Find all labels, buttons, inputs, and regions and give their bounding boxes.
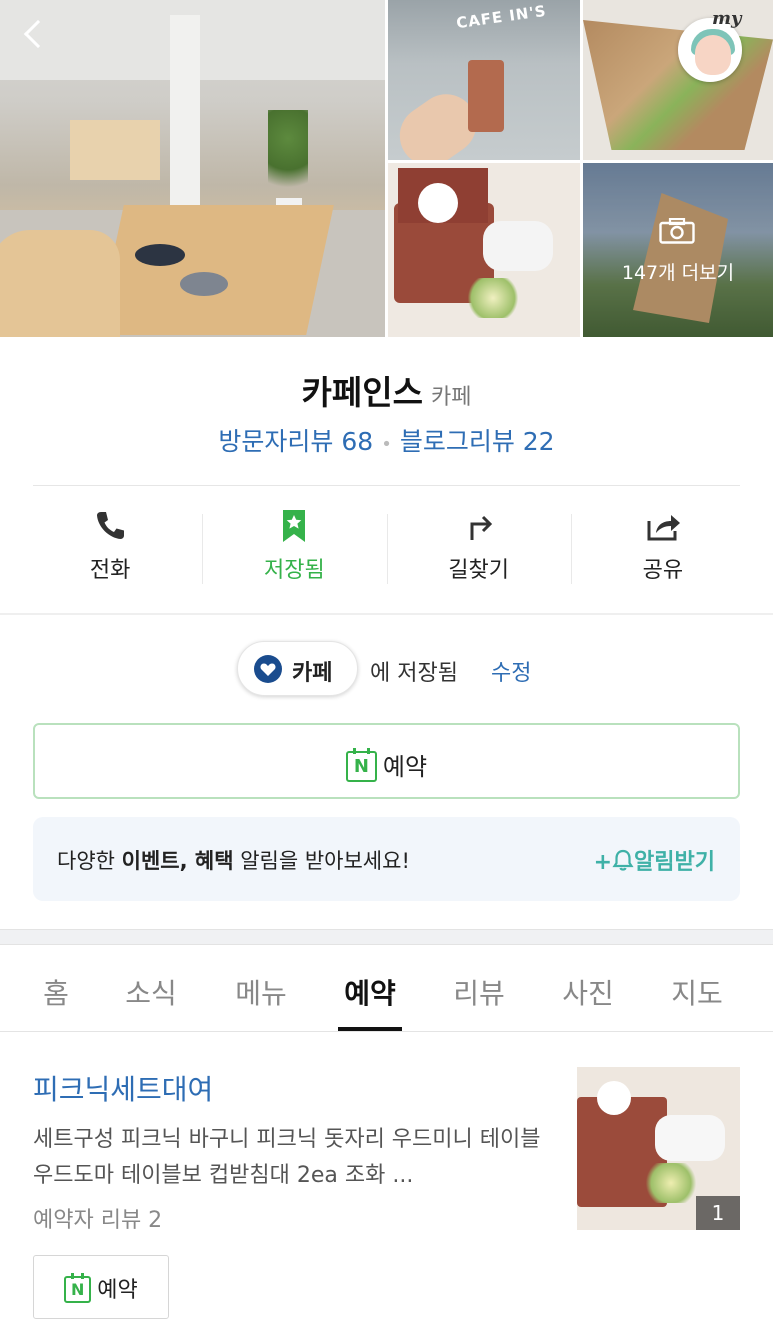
place-name: 카페인스 [301, 373, 423, 412]
plus-sign: + [593, 850, 613, 875]
photo-storefront[interactable]: CAFE IN'S [388, 0, 580, 160]
booking-item-description: 세트구성 피크닉 바구니 피크닉 돗자리 우드미니 테이블 우드도마 테이블보 … [33, 1127, 541, 1188]
tab-photos[interactable]: 사진 [562, 972, 614, 1012]
call-button[interactable]: 전화 [18, 504, 202, 594]
saved-folder-name: 카페 [292, 661, 333, 686]
booking-item-title[interactable]: 피크닉세트대여 [33, 1068, 213, 1108]
tab-news[interactable]: 소식 [125, 972, 177, 1012]
share-icon [647, 515, 680, 541]
directions-icon [470, 515, 492, 540]
tab-map[interactable]: 지도 [671, 972, 723, 1012]
subscribe-alert-button[interactable]: + 알림받기 [594, 844, 715, 876]
storefront-sign: CAFE IN'S [455, 1, 548, 33]
phone-icon [97, 512, 125, 539]
section-gap [0, 929, 773, 945]
photo-gallery: CAFE IN'S 147개 더보기 my [0, 0, 773, 337]
heart-icon [254, 655, 282, 683]
call-label: 전화 [89, 558, 131, 583]
item-reserve-label: 예약 [97, 1278, 138, 1303]
naver-booking-icon: N [64, 1272, 92, 1303]
photo-more[interactable]: 147개 더보기 [583, 163, 773, 337]
tab-menu[interactable]: 메뉴 [235, 972, 287, 1012]
share-button[interactable]: 공유 [570, 504, 755, 594]
save-button[interactable]: 저장됨 [202, 504, 386, 594]
saved-folder-row: 카페 에 저장됨 수정 [0, 641, 773, 697]
camera-icon [659, 218, 695, 244]
notification-banner: 다양한 이벤트, 혜택 알림을 받아보세요! + 알림받기 [33, 817, 740, 901]
tab-reviews[interactable]: 리뷰 [453, 972, 505, 1012]
naver-booking-icon: N [345, 747, 377, 782]
notification-message: 다양한 이벤트, 혜택 알림을 받아보세요! [57, 849, 410, 873]
directions-label: 길찾기 [448, 558, 509, 583]
saved-folder-chip[interactable]: 카페 [237, 641, 358, 696]
action-bar: 전화 저장됨 길찾기 공유 [18, 504, 755, 594]
photo-picnic-basket[interactable] [388, 163, 580, 337]
review-counts: 방문자리뷰 68 • 블로그리뷰 22 [0, 422, 773, 458]
reserve-button[interactable]: N 예약 [33, 723, 740, 799]
separator-dot: • [381, 434, 392, 455]
place-category: 카페 [430, 385, 472, 410]
bookmark-star-icon [283, 510, 306, 542]
booking-item-reviews: 예약자 리뷰 2 [33, 1208, 163, 1233]
active-tab-indicator [338, 1027, 402, 1031]
bell-icon [612, 849, 634, 871]
more-photos-label: 147개 더보기 [621, 262, 735, 284]
tab-bar: 홈 소식 메뉴 예약 리뷰 사진 지도 [0, 946, 773, 1032]
reserve-label: 예약 [382, 753, 428, 781]
blog-reviews-link[interactable]: 블로그리뷰 22 [400, 427, 555, 456]
share-label: 공유 [642, 558, 684, 583]
photo-interior[interactable] [0, 0, 385, 337]
visitor-reviews-link[interactable]: 방문자리뷰 68 [218, 427, 373, 456]
tab-home[interactable]: 홈 [43, 972, 69, 1012]
saved-suffix-text: 에 저장됨 [370, 661, 458, 686]
my-profile-badge[interactable]: my [678, 8, 744, 82]
tab-reservation[interactable]: 예약 [344, 972, 396, 1012]
item-reserve-button[interactable]: N 예약 [33, 1255, 169, 1319]
divider [33, 485, 740, 486]
save-label: 저장됨 [264, 558, 325, 583]
edit-link[interactable]: 수정 [491, 655, 531, 687]
place-title-row: 카페인스 카페 [0, 366, 773, 414]
booking-item[interactable]: 피크닉세트대여 세트구성 피크닉 바구니 피크닉 돗자리 우드미니 테이블 우드… [33, 1066, 740, 1236]
photo-count-badge: 1 [696, 1196, 740, 1230]
booking-item-thumbnail[interactable]: 1 [577, 1067, 740, 1230]
divider [0, 613, 773, 615]
directions-button[interactable]: 길찾기 [386, 504, 571, 594]
